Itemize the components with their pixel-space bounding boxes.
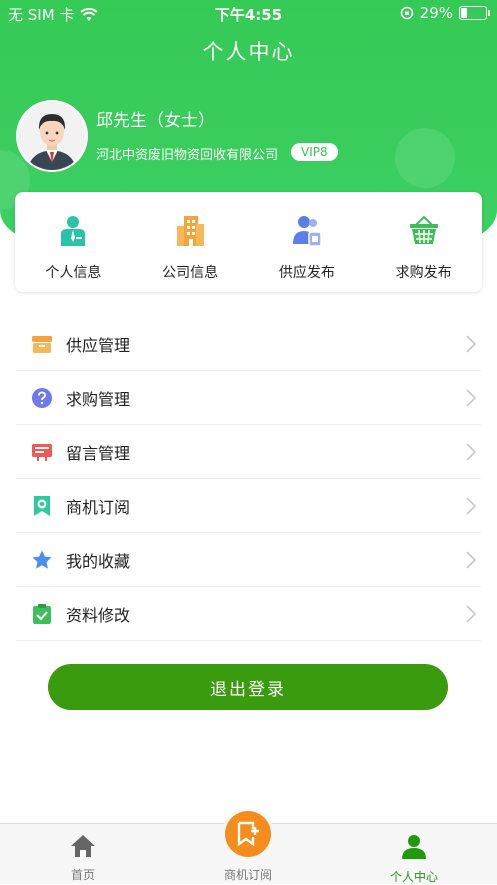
status-bar: 无 SIM 卡 下午4:55 29% — [0, 0, 497, 28]
menu-item-label: 商机订阅 — [66, 497, 131, 517]
menu-item-label: 我的收藏 — [66, 551, 131, 571]
building-icon — [177, 216, 205, 246]
quick-action-label: 求购发布 — [395, 265, 452, 281]
vip-badge: VIP8 — [291, 143, 338, 161]
quick-action-label: 供应发布 — [278, 265, 335, 281]
home-icon — [71, 835, 95, 857]
shopping-basket-icon — [409, 215, 438, 244]
quick-actions-card: 个人信息 公司信息 供应发布 求购发布 — [15, 192, 482, 292]
company-name: 河北中资废旧物资回收有限公司 — [96, 148, 279, 163]
menu-item-my-favorites[interactable]: 我的收藏 — [16, 533, 481, 587]
menu-item-purchase-management[interactable]: 求购管理 — [16, 371, 481, 425]
quick-action-label: 公司信息 — [162, 265, 219, 281]
menu-list: 供应管理 求购管理 留言管理 商机订阅 我的收藏 资料修改 — [16, 317, 481, 641]
menu-item-label: 留言管理 — [66, 443, 131, 463]
message-board-icon — [30, 440, 54, 464]
quick-action-purchase-publish[interactable]: 求购发布 — [365, 192, 482, 292]
battery-icon — [459, 6, 490, 20]
menu-item-supply-management[interactable]: 供应管理 — [16, 317, 481, 371]
menu-item-label: 求购管理 — [66, 389, 131, 409]
chevron-right-icon — [466, 443, 477, 461]
star-icon — [30, 548, 54, 572]
battery-percent: 29% — [419, 4, 453, 22]
quick-action-personal-info[interactable]: 个人信息 — [15, 192, 132, 292]
menu-item-label: 供应管理 — [66, 335, 131, 355]
battery-level — [461, 8, 467, 18]
question-icon — [30, 386, 54, 410]
subscribe-icon — [30, 494, 54, 518]
orientation-lock-icon — [400, 6, 413, 20]
tab-label: 首页 — [70, 868, 95, 882]
tab-label: 商机订阅 — [223, 868, 272, 882]
menu-item-message-management[interactable]: 留言管理 — [16, 425, 481, 479]
quick-action-company-info[interactable]: 公司信息 — [132, 192, 249, 292]
user-name: 邱先生（女士） — [96, 111, 215, 131]
quick-action-label: 个人信息 — [45, 265, 102, 281]
menu-item-edit-profile[interactable]: 资料修改 — [16, 587, 481, 641]
box-icon — [30, 332, 54, 356]
menu-item-label: 资料修改 — [66, 605, 131, 625]
center-subscribe-button[interactable] — [222, 808, 274, 860]
page-title: 个人中心 — [202, 40, 295, 64]
tab-personal-center[interactable]: 个人中心 — [364, 834, 464, 885]
chevron-right-icon — [466, 551, 477, 569]
chevron-right-icon — [466, 605, 477, 623]
bookmark-plus-icon — [237, 821, 259, 847]
avatar-man-icon — [18, 102, 86, 170]
tab-home[interactable]: 首页 — [33, 834, 133, 883]
chevron-right-icon — [466, 389, 477, 407]
person-icon — [402, 835, 426, 859]
clipboard-check-icon — [30, 602, 54, 626]
quick-action-supply-publish[interactable]: 供应发布 — [249, 192, 366, 292]
users-publish-icon — [292, 216, 322, 247]
logout-button[interactable]: 退出登录 — [48, 664, 448, 710]
avatar[interactable] — [16, 100, 88, 172]
tab-label: 个人中心 — [389, 870, 438, 884]
menu-item-business-subscription[interactable]: 商机订阅 — [16, 479, 481, 533]
chevron-right-icon — [466, 335, 477, 353]
header-decoration — [395, 128, 455, 188]
chevron-right-icon — [466, 497, 477, 515]
user-id-icon — [61, 216, 86, 246]
